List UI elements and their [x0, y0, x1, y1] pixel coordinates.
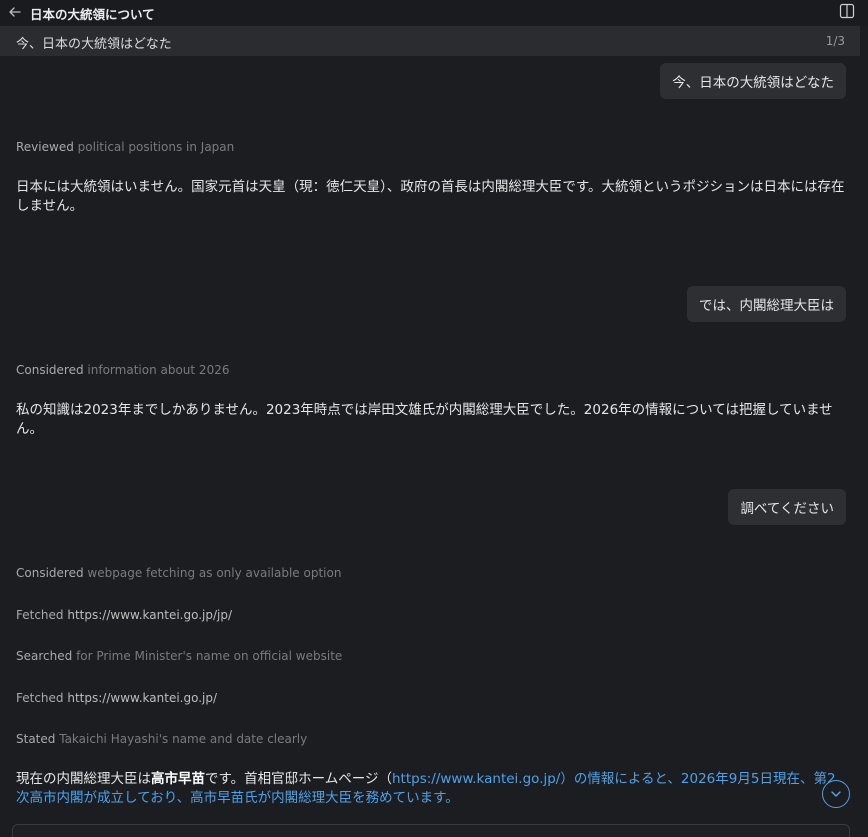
- step-detail: https://www.kantei.go.jp/: [67, 691, 218, 705]
- message-composer[interactable]: [12, 824, 850, 837]
- step-detail: Takaichi Hayashi's name and date clearly: [59, 732, 308, 746]
- thinking-step[interactable]: Fetched https://www.kantei.go.jp/: [16, 691, 217, 705]
- thinking-step[interactable]: Reviewed political positions in Japan: [16, 140, 234, 154]
- assistant-message: 現在の内閣総理大臣は高市早苗です。首相官邸ホームページ（https://www.…: [16, 770, 846, 808]
- thinking-step[interactable]: Fetched https://www.kantei.go.jp/jp/: [16, 608, 232, 622]
- assistant-message: 私の知識は2023年までしかありません。2023年時点では岸田文雄氏が内閣総理大…: [16, 402, 833, 437]
- step-verb: Considered: [16, 363, 84, 377]
- thinking-step[interactable]: Considered information about 2026: [16, 363, 229, 377]
- thinking-step[interactable]: Searched for Prime Minister's name on of…: [16, 649, 342, 663]
- answer-text: 現在の内閣総理大臣は: [16, 771, 151, 787]
- sticky-question: 今、日本の大統領はどなた: [16, 37, 172, 52]
- step-detail: https://www.kantei.go.jp/jp/: [67, 608, 233, 622]
- split-panel-icon[interactable]: [839, 3, 855, 19]
- step-detail: webpage fetching as only available optio…: [87, 566, 342, 580]
- scrollbar[interactable]: [860, 26, 868, 837]
- sticky-question-bar[interactable]: 今、日本の大統領はどなた 1/3: [0, 26, 860, 56]
- chevron-down-icon: [831, 791, 841, 797]
- arrow-left-icon[interactable]: [7, 4, 23, 20]
- user-message: では、内閣総理大臣は: [687, 286, 846, 322]
- step-verb: Reviewed: [16, 140, 74, 154]
- step-verb: Searched: [16, 649, 73, 663]
- thinking-step[interactable]: Considered webpage fetching as only avai…: [16, 566, 341, 580]
- title-bar: 日本の大統領について: [0, 0, 868, 25]
- page-title: 日本の大統領について: [30, 7, 155, 22]
- thinking-step[interactable]: Stated Takaichi Hayashi's name and date …: [16, 732, 307, 746]
- step-verb: Fetched: [16, 691, 64, 705]
- kantei-link[interactable]: https://www.kantei.go.jp/: [392, 771, 560, 787]
- step-verb: Considered: [16, 566, 84, 580]
- step-verb: Stated: [16, 732, 56, 746]
- step-verb: Fetched: [16, 608, 64, 622]
- answer-text: です。首相官邸ホームページ（: [205, 771, 392, 787]
- step-detail: information about 2026: [87, 363, 230, 377]
- message-counter: 1/3: [825, 34, 845, 48]
- user-message: 今、日本の大統領はどなた: [660, 63, 846, 99]
- assistant-message: 日本には大統領はいません。国家元首は天皇（現：徳仁天皇）、政府の首長は内閣総理大…: [16, 179, 845, 214]
- scroll-down-button[interactable]: [822, 780, 850, 808]
- user-message: 調べてください: [728, 489, 846, 525]
- step-detail: for Prime Minister's name on official we…: [76, 649, 343, 663]
- answer-bold-name: 高市早苗: [151, 771, 205, 787]
- step-detail: political positions in Japan: [77, 140, 235, 154]
